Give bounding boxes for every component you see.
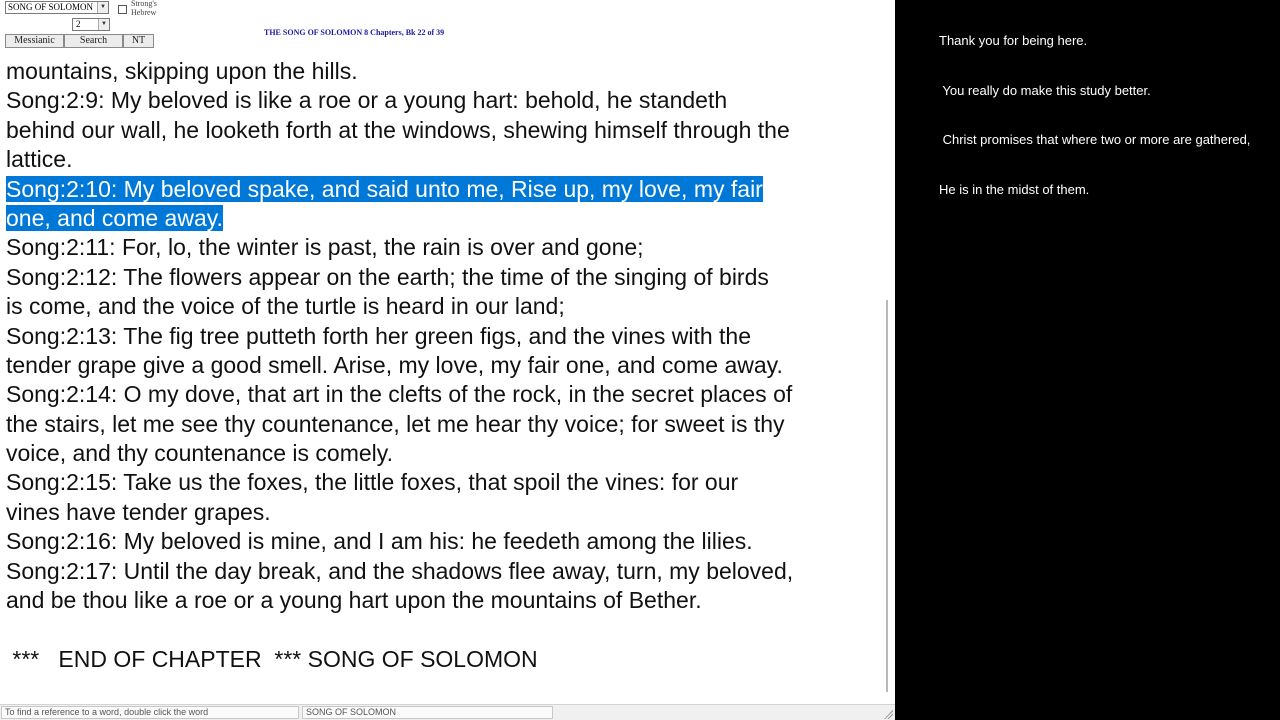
selected-text: Song:2:10: My beloved spake, and said un… xyxy=(6,175,763,202)
status-book: SONG OF SOLOMON xyxy=(302,706,553,719)
scrollbar-thumb[interactable] xyxy=(886,300,888,692)
chevron-down-icon[interactable]: ▼ xyxy=(98,19,109,30)
text-line: lattice. xyxy=(6,146,73,173)
end-of-chapter: *** END OF CHAPTER *** SONG OF SOLOMON xyxy=(6,645,538,672)
text-line: the stairs, let me see thy countenance, … xyxy=(6,410,785,437)
book-select[interactable]: SONG OF SOLOMON ▼ xyxy=(5,1,109,14)
strongs-hebrew-label: Strong's Hebrew xyxy=(131,0,157,17)
selected-verse-line: Song:2:10: My beloved spake, and said un… xyxy=(6,175,884,204)
text-line: tender grape give a good smell. Arise, m… xyxy=(6,351,783,378)
text-line: vines have tender grapes. xyxy=(6,498,271,525)
text-line: Song:2:9: My beloved is like a roe or a … xyxy=(6,87,728,114)
text-line: Song:2:13: The fig tree putteth forth he… xyxy=(6,322,751,349)
nt-button[interactable]: NT xyxy=(123,34,154,48)
chat-overlay: Thank you for being here. You really do … xyxy=(939,0,1279,215)
book-select-value: SONG OF SOLOMON xyxy=(8,2,94,12)
chevron-down-icon[interactable]: ▼ xyxy=(97,2,108,13)
selected-verse-line: one, and come away. xyxy=(6,204,884,233)
chat-line: He is in the midst of them. xyxy=(939,181,1090,197)
text-line: Song:2:12: The flowers appear on the ear… xyxy=(6,263,769,290)
text-line: Song:2:15: Take us the foxes, the little… xyxy=(6,469,739,496)
status-hint: To find a reference to a word, double cl… xyxy=(1,706,299,719)
resize-grip-icon[interactable] xyxy=(883,709,893,719)
chat-line: Thank you for being here. xyxy=(939,33,1088,48)
text-line: mountains, skipping upon the hills. xyxy=(6,58,358,84)
search-button[interactable]: Search xyxy=(64,34,123,48)
status-bar: To find a reference to a word, double cl… xyxy=(0,704,895,720)
strongs-hebrew-checkbox[interactable] xyxy=(118,5,127,14)
bible-reader-window: SONG OF SOLOMON ▼ 2 ▼ Strong's Hebrew Me… xyxy=(0,0,895,720)
book-header: THE SONG OF SOLOMON 8 Chapters, Bk 22 of… xyxy=(264,28,445,37)
messianic-button[interactable]: Messianic xyxy=(5,34,64,48)
text-line: Song:2:14: O my dove, that art in the cl… xyxy=(6,381,793,408)
text-line: voice, and thy countenance is comely. xyxy=(6,440,393,467)
chat-line: You really do make this study better. xyxy=(939,82,1151,98)
text-line: and be thou like a roe or a young hart u… xyxy=(6,587,702,614)
scripture-text[interactable]: mountains, skipping upon the hills. Song… xyxy=(6,57,884,674)
text-line: is come, and the voice of the turtle is … xyxy=(6,293,565,320)
selected-text: one, and come away. xyxy=(6,204,223,231)
text-line: Song:2:17: Until the day break, and the … xyxy=(6,557,794,584)
chat-line: Christ promises that where two or more a… xyxy=(939,132,1251,147)
text-line: Song:2:11: For, lo, the winter is past, … xyxy=(6,234,644,261)
chapter-select[interactable]: 2 ▼ xyxy=(72,18,110,31)
chapter-select-value: 2 xyxy=(76,19,81,29)
text-line: behind our wall, he looketh forth at the… xyxy=(6,116,790,143)
text-line: Song:2:16: My beloved is mine, and I am … xyxy=(6,528,753,555)
